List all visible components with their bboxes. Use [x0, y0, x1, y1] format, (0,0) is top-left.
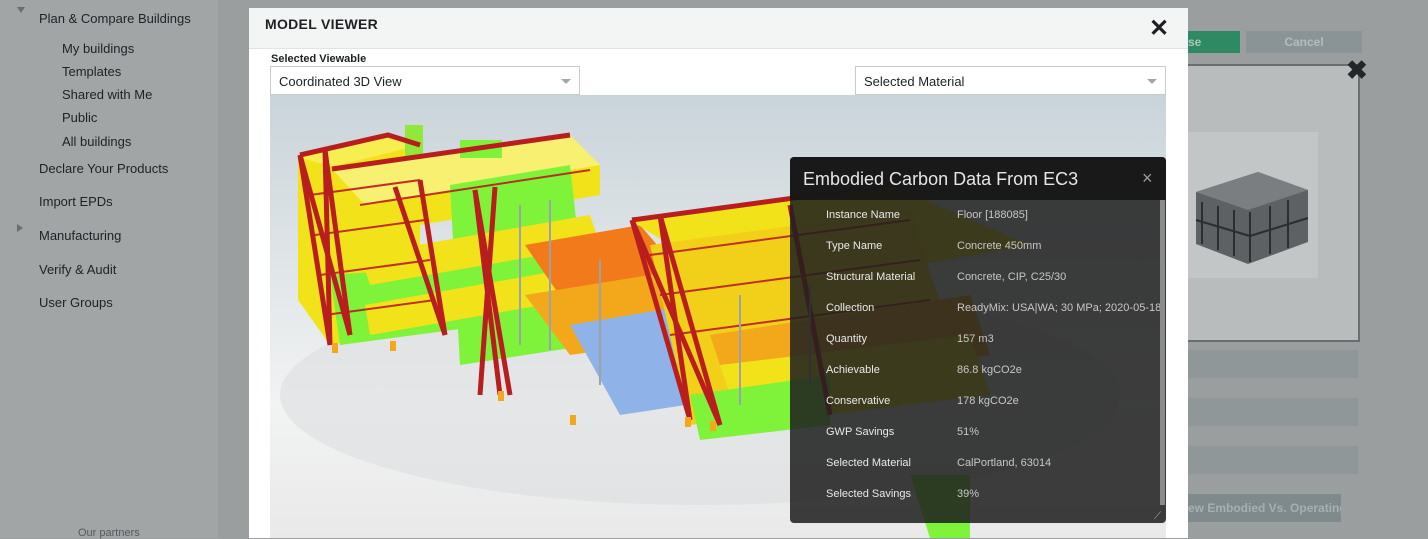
ec3-row-label: Selected Savings: [826, 488, 911, 500]
ec3-row-value: Concrete, CIP, C25/30: [957, 271, 1067, 283]
nav-public[interactable]: Public: [62, 110, 97, 125]
background-row: [1188, 350, 1358, 378]
nav-my-buildings[interactable]: My buildings: [62, 41, 134, 56]
ec3-row: Collection ReadyMix: USA|WA; 30 MPa; 202…: [790, 294, 1162, 325]
ec3-row-value: 157 m3: [957, 333, 994, 345]
background-close-icon[interactable]: ✖: [1346, 55, 1368, 86]
material-dropdown-value: Selected Material: [864, 74, 965, 89]
ec3-row-label: Instance Name: [826, 209, 900, 221]
background-row: [1188, 446, 1358, 474]
caret-down-icon[interactable]: [17, 7, 25, 13]
close-icon[interactable]: ✕: [1149, 14, 1169, 43]
ec3-row-label: Collection: [826, 302, 875, 314]
nav-import-epds[interactable]: Import EPDs: [39, 194, 113, 209]
ec3-panel-title: Embodied Carbon Data From EC3: [803, 169, 1079, 189]
chevron-down-icon: [561, 79, 571, 84]
ec3-row: Instance Name Floor [188085]: [790, 201, 1160, 232]
ec3-row-value: CalPortland, 63014: [957, 457, 1052, 469]
material-dropdown[interactable]: Selected Material: [855, 66, 1166, 95]
our-partners-link[interactable]: Our partners: [78, 527, 140, 539]
ec3-row-value: 86.8 kgCO2e: [957, 364, 1022, 376]
nav-shared-with-me[interactable]: Shared with Me: [62, 87, 152, 102]
ec3-row-label: Achievable: [826, 364, 880, 376]
ec3-row-label: Structural Material: [826, 271, 916, 283]
viewable-dropdown[interactable]: Coordinated 3D View: [270, 66, 580, 95]
background-close-button[interactable]: se: [1188, 31, 1240, 53]
resize-handle-icon[interactable]: ⟋: [1154, 511, 1161, 522]
nav-plan-compare[interactable]: Plan & Compare Buildings: [39, 11, 191, 26]
nav-user-groups[interactable]: User Groups: [39, 295, 113, 310]
viewable-dropdown-value: Coordinated 3D View: [279, 74, 402, 89]
background-page: se Cancel ✖ ew Embodied Vs. Operating: [1188, 0, 1428, 538]
building-thumbnail: [1188, 132, 1318, 278]
close-icon[interactable]: ×: [1142, 168, 1153, 189]
ec3-row-label: Conservative: [826, 395, 891, 407]
ec3-row: Selected Savings 39%: [790, 480, 1160, 511]
modal-header: MODEL VIEWER ✕: [249, 8, 1188, 49]
nav-all-buildings[interactable]: All buildings: [62, 134, 131, 149]
ec3-row: GWP Savings 51%: [790, 418, 1160, 449]
ec3-scrollbar[interactable]: [1160, 200, 1165, 505]
ec3-row-label: Selected Material: [826, 457, 911, 469]
embodied-carbon-panel: Embodied Carbon Data From EC3 × Instance…: [790, 157, 1166, 523]
chevron-down-icon: [1147, 79, 1157, 84]
ec3-row-label: Quantity: [826, 333, 867, 345]
nav-verify-audit[interactable]: Verify & Audit: [39, 262, 116, 277]
ec3-row-value: Concrete 450mm: [957, 240, 1042, 252]
view-embodied-vs-operating-button[interactable]: ew Embodied Vs. Operating: [1188, 494, 1341, 522]
modal-title: MODEL VIEWER: [265, 16, 379, 32]
sidebar: Plan & Compare Buildings My buildings Te…: [0, 0, 218, 539]
ec3-row-value: 178 kgCO2e: [957, 395, 1019, 407]
nav-manufacturing[interactable]: Manufacturing: [39, 228, 121, 243]
ec3-row-value: Floor [188085]: [957, 209, 1028, 221]
selected-viewable-label: Selected Viewable: [271, 53, 367, 65]
ec3-row-value: 51%: [957, 426, 980, 438]
ec3-panel-header: Embodied Carbon Data From EC3 ×: [790, 157, 1166, 200]
ec3-row: Selected Material CalPortland, 63014: [790, 449, 1160, 480]
ec3-row-label: GWP Savings: [826, 426, 895, 438]
nav-declare-products[interactable]: Declare Your Products: [39, 161, 168, 176]
ec3-row-value: 39%: [957, 488, 980, 500]
ec3-row: Achievable 86.8 kgCO2e: [790, 356, 1160, 387]
background-preview-panel: [1188, 64, 1360, 342]
nav-templates[interactable]: Templates: [62, 64, 121, 79]
caret-right-icon[interactable]: [17, 224, 23, 232]
background-cancel-button[interactable]: Cancel: [1246, 31, 1362, 53]
background-row: [1188, 398, 1358, 426]
ec3-row: Quantity 157 m3: [790, 325, 1160, 356]
ec3-row: Type Name Concrete 450mm: [790, 232, 1160, 263]
ec3-row: Structural Material Concrete, CIP, C25/3…: [790, 263, 1160, 294]
ec3-row-value: ReadyMix: USA|WA; 30 MPa; 2020-05-18: [957, 302, 1162, 314]
ec3-row: Conservative 178 kgCO2e: [790, 387, 1160, 418]
ec3-row-label: Type Name: [826, 240, 883, 252]
